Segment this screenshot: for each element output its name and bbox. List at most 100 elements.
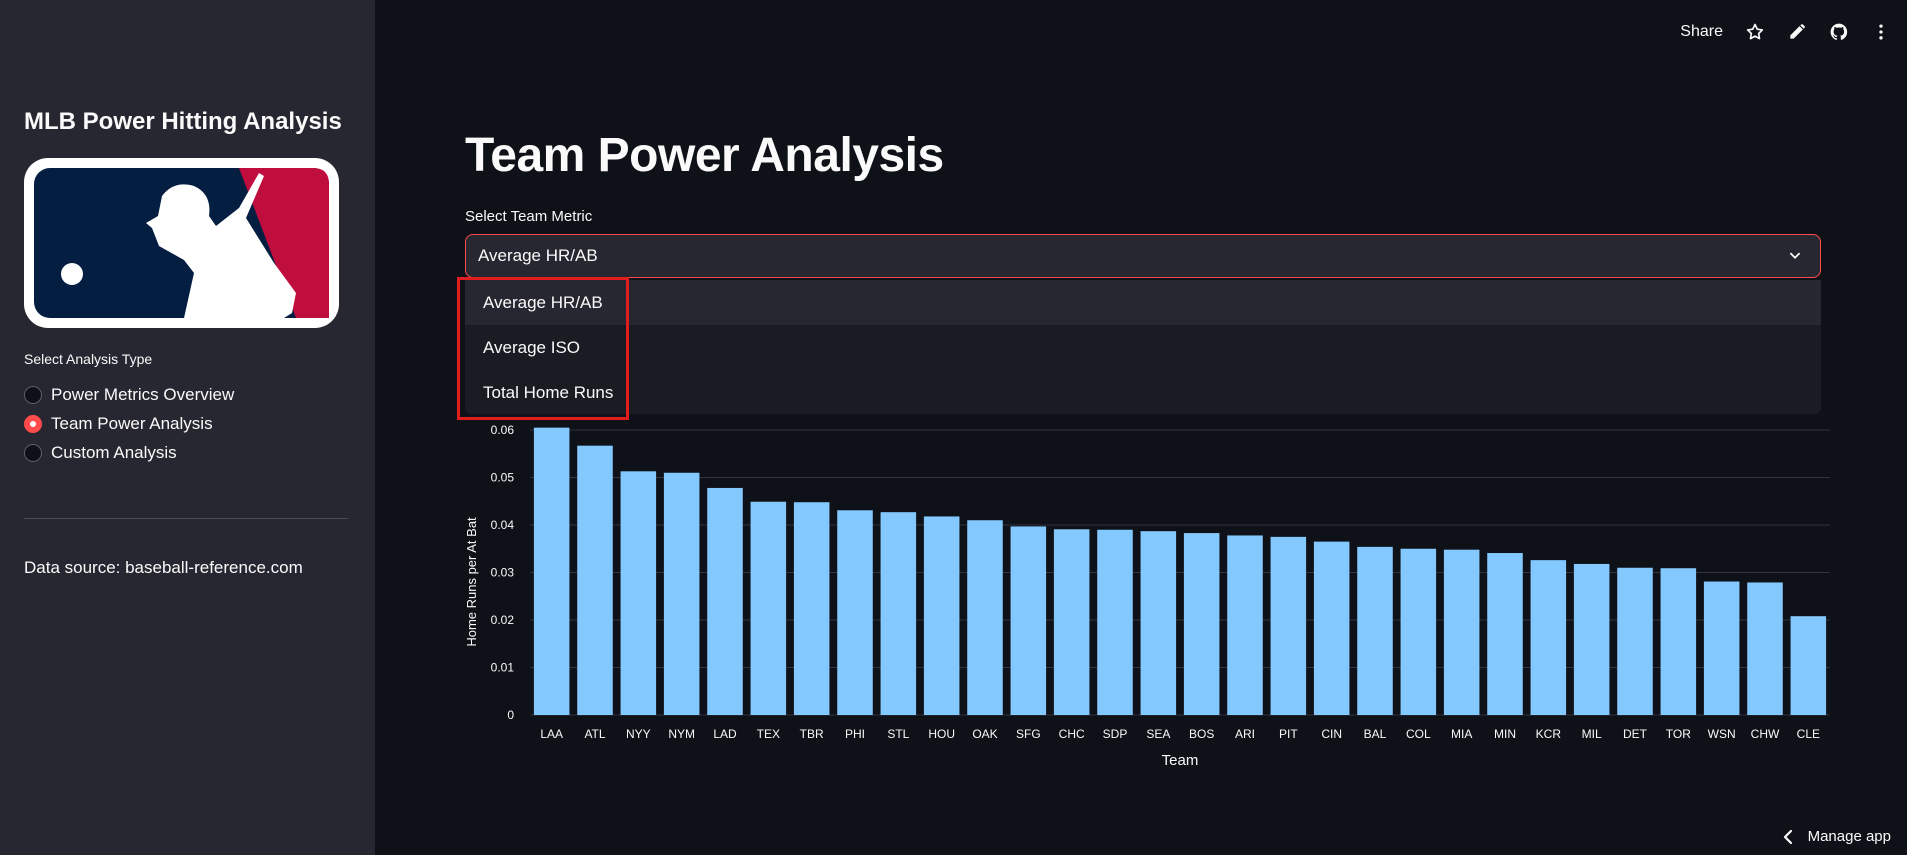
x-tick-label: WSN: [1708, 727, 1736, 741]
x-axis-label: Team: [1162, 752, 1199, 769]
bar-det[interactable]: [1617, 567, 1653, 715]
x-tick-label: CHW: [1751, 727, 1780, 741]
x-tick-label: TBR: [800, 727, 824, 741]
x-tick-label: SEA: [1146, 727, 1170, 741]
bar-min[interactable]: [1487, 553, 1523, 715]
x-tick-label: SDP: [1103, 727, 1128, 741]
bar-oak[interactable]: [967, 520, 1003, 715]
x-tick-label: LAA: [540, 727, 563, 741]
y-tick-label: 0.04: [491, 518, 515, 532]
bar-nym[interactable]: [663, 472, 700, 715]
x-tick-label: TEX: [757, 727, 780, 741]
radio-checked-icon[interactable]: [24, 414, 42, 433]
bar-lad[interactable]: [707, 487, 743, 715]
team-metric-select[interactable]: Average HR/AB: [465, 234, 1821, 278]
app-root: MLB Power Hitting Analysis Select Analys…: [0, 0, 1907, 855]
y-tick-label: 0.02: [491, 613, 515, 627]
y-tick-label: 0.05: [491, 471, 515, 485]
header-toolbar: Share: [1680, 22, 1891, 42]
x-tick-label: PHI: [845, 727, 865, 741]
hr-per-ab-bar-chart: 0 0.01 0.02 0.03 0.04 0.05 0.06 LAA ATL NYY NYM LA…: [464, 423, 1830, 769]
bar-bal[interactable]: [1357, 546, 1393, 715]
bar-sfg[interactable]: [1010, 526, 1047, 715]
bar-chc[interactable]: [1053, 529, 1090, 715]
team-metric-dropdown-menu: Average HR/AB Average ISO Total Home Run…: [465, 280, 1821, 414]
x-tick-label: MIN: [1494, 727, 1516, 741]
bar-mil[interactable]: [1573, 563, 1610, 715]
y-tick-label: 0.06: [491, 423, 515, 437]
y-tick-label: 0: [507, 708, 514, 722]
x-tick-label: STL: [887, 727, 909, 741]
mlb-logo-icon: [34, 168, 329, 318]
bar-sdp[interactable]: [1097, 529, 1133, 715]
bar-stl[interactable]: [880, 512, 917, 715]
bar-pit[interactable]: [1270, 536, 1307, 715]
x-tick-label: HOU: [928, 727, 955, 741]
x-tick-label: BAL: [1364, 727, 1387, 741]
analysis-type-label: Select Analysis Type: [24, 351, 153, 367]
mlb-logo: [24, 158, 339, 328]
bar-tor[interactable]: [1660, 568, 1697, 715]
x-tick-label: KCR: [1536, 727, 1562, 741]
bar-phi[interactable]: [837, 510, 873, 715]
bar-laa[interactable]: [533, 427, 570, 715]
radio-option-label: Power Metrics Overview: [51, 384, 235, 404]
x-tick-label: CIN: [1321, 727, 1342, 741]
radio-custom-analysis[interactable]: Custom Analysis: [24, 438, 234, 467]
star-icon[interactable]: [1745, 22, 1765, 42]
sidebar-divider: [24, 518, 348, 519]
x-tick-label: ARI: [1235, 727, 1255, 741]
radio-option-label: Custom Analysis: [51, 442, 177, 462]
x-tick-label: COL: [1406, 727, 1431, 741]
bar-tex[interactable]: [750, 501, 787, 715]
bar-nyy[interactable]: [620, 471, 657, 715]
dropdown-option-average-hr-ab[interactable]: Average HR/AB: [465, 280, 1821, 325]
x-tick-label: OAK: [972, 727, 997, 741]
bar-chw[interactable]: [1747, 582, 1783, 715]
dropdown-option-average-iso[interactable]: Average ISO: [465, 325, 1821, 370]
bar-cin[interactable]: [1313, 541, 1350, 715]
bar-col[interactable]: [1400, 548, 1437, 715]
y-tick-label: 0.03: [491, 566, 515, 580]
data-source-text: Data source: baseball-reference.com: [24, 558, 303, 577]
y-tick-label: 0.01: [491, 661, 515, 675]
x-tick-label: MIL: [1582, 727, 1602, 741]
radio-unchecked-icon[interactable]: [24, 385, 42, 404]
sidebar: MLB Power Hitting Analysis Select Analys…: [0, 0, 375, 855]
bar-sea[interactable]: [1140, 531, 1177, 715]
bar-bos[interactable]: [1183, 533, 1220, 715]
x-tick-label: BOS: [1189, 727, 1214, 741]
x-tick-label: SFG: [1016, 727, 1041, 741]
x-tick-label: CLE: [1797, 727, 1820, 741]
sidebar-title: MLB Power Hitting Analysis: [24, 108, 342, 135]
x-tick-label: NYY: [626, 727, 651, 741]
bar-kcr[interactable]: [1530, 560, 1567, 715]
bar-ari[interactable]: [1227, 535, 1263, 715]
share-button[interactable]: Share: [1680, 23, 1723, 41]
bar-tbr[interactable]: [793, 502, 830, 715]
radio-unchecked-icon[interactable]: [24, 443, 42, 462]
bar-cle[interactable]: [1790, 616, 1827, 715]
bar-mia[interactable]: [1443, 549, 1480, 715]
manage-app-label: Manage app: [1807, 828, 1891, 845]
dropdown-option-total-home-runs[interactable]: Total Home Runs: [465, 370, 1821, 415]
bar-atl[interactable]: [577, 445, 613, 715]
manage-app-button[interactable]: Manage app: [1782, 828, 1891, 845]
radio-power-metrics-overview[interactable]: Power Metrics Overview: [24, 380, 234, 409]
x-tick-label: MIA: [1451, 727, 1472, 741]
edit-pencil-icon[interactable]: [1787, 22, 1807, 42]
analysis-type-radio-group: Power Metrics Overview Team Power Analys…: [24, 380, 234, 467]
radio-option-label: Team Power Analysis: [51, 413, 213, 433]
bar-wsn[interactable]: [1703, 581, 1740, 715]
more-vertical-icon[interactable]: [1871, 22, 1891, 42]
x-tick-label: PIT: [1279, 727, 1298, 741]
radio-team-power-analysis[interactable]: Team Power Analysis: [24, 409, 234, 438]
bar-hou[interactable]: [923, 516, 960, 715]
page-title: Team Power Analysis: [465, 129, 944, 182]
x-tick-label: DET: [1623, 727, 1648, 741]
x-tick-label: NYM: [668, 727, 695, 741]
team-metric-selected-value: Average HR/AB: [478, 246, 598, 265]
x-tick-label: TOR: [1666, 727, 1691, 741]
x-tick-label: LAD: [713, 727, 737, 741]
github-icon[interactable]: [1829, 22, 1849, 42]
